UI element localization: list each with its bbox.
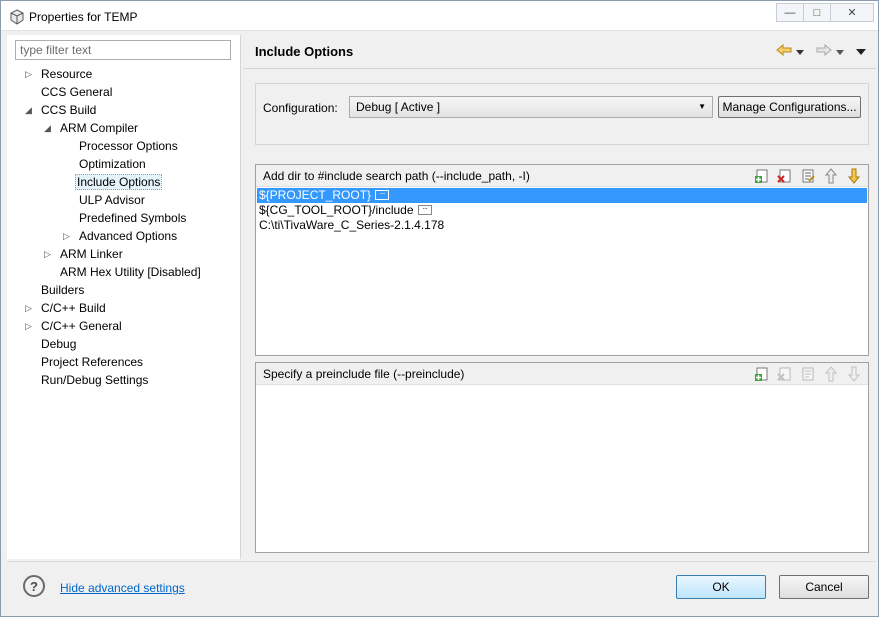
list-item[interactable]: C:\ti\TivaWare_C_Series-2.1.4.178 — [257, 218, 867, 233]
hide-advanced-settings-link[interactable]: Hide advanced settings — [60, 581, 185, 595]
more-icon[interactable]: ··· — [375, 189, 390, 200]
edit-icon[interactable] — [799, 365, 816, 382]
configuration-label: Configuration: — [263, 101, 338, 115]
include-path-group: Add dir to #include search path (--inclu… — [255, 164, 869, 356]
chevron-down-icon: ▼ — [698, 102, 706, 111]
cancel-button[interactable]: Cancel — [779, 575, 869, 599]
ok-button[interactable]: OK — [676, 575, 766, 599]
window-title: Properties for TEMP — [29, 10, 138, 24]
tree-item-ulp-advisor[interactable]: ULP Advisor — [77, 191, 147, 209]
preinclude-header: Specify a preinclude file (--preinclude) — [256, 363, 868, 385]
list-item[interactable]: ${PROJECT_ROOT} ··· — [257, 188, 867, 203]
expand-arrow-icon[interactable]: ▷ — [44, 249, 54, 259]
maximize-icon: □ — [813, 6, 821, 19]
list-item[interactable]: ${CG_TOOL_ROOT}/include ··· — [257, 203, 867, 218]
edit-icon[interactable] — [799, 167, 816, 184]
more-icon[interactable]: ··· — [417, 204, 432, 215]
expand-arrow-icon[interactable]: ▷ — [25, 69, 35, 79]
include-path-toolbar — [753, 167, 862, 184]
delete-icon[interactable] — [776, 365, 793, 382]
minimize-icon: — — [784, 6, 796, 19]
tree-item-advanced-options[interactable]: ▷ Advanced Options — [63, 227, 179, 245]
dropdown-icon[interactable] — [796, 45, 804, 59]
window-controls: — □ ✕ — [776, 3, 874, 23]
tree-item-arm-hex-utility[interactable]: ARM Hex Utility [Disabled] — [58, 263, 203, 281]
tree-item-cpp-build[interactable]: ▷ C/C++ Build — [25, 299, 108, 317]
close-icon: ✕ — [847, 7, 857, 19]
minimize-button[interactable]: — — [776, 3, 804, 22]
help-icon[interactable]: ? — [23, 575, 45, 597]
forward-arrow-icon[interactable] — [816, 43, 832, 59]
page-header: Include Options — [243, 35, 876, 69]
tree-item-debug[interactable]: Debug — [39, 335, 78, 353]
expand-arrow-icon[interactable]: ▷ — [25, 321, 35, 331]
content-panel: Include Options Configuration: Debug [A… — [243, 35, 876, 559]
page-title: Include Options — [255, 44, 354, 59]
dialog-footer: ? Hide advanced settings OK Cancel — [7, 561, 876, 615]
tree-item-include-options[interactable]: Include Options — [75, 173, 163, 191]
move-down-icon[interactable] — [845, 365, 862, 382]
manage-configurations-button[interactable]: Manage Configurations... — [718, 96, 861, 118]
preinclude-title: Specify a preinclude file (--preinclude) — [263, 367, 465, 381]
properties-app-icon — [9, 9, 25, 25]
tree-item-ccs-build[interactable]: ◢ CCS Build — [25, 101, 98, 119]
tree-item-optimization[interactable]: Optimization — [77, 155, 148, 173]
move-up-icon[interactable] — [822, 365, 839, 382]
move-up-icon[interactable] — [822, 167, 839, 184]
collapse-arrow-icon[interactable]: ◢ — [25, 105, 35, 115]
tree-item-resource[interactable]: ▷ Resource — [25, 65, 94, 83]
history-nav — [776, 43, 866, 59]
include-path-title: Add dir to #include search path (--inclu… — [263, 169, 530, 183]
tree-item-cpp-general[interactable]: ▷ C/C++ General — [25, 317, 124, 335]
view-menu-icon[interactable] — [856, 45, 866, 59]
add-icon[interactable] — [753, 167, 770, 184]
configuration-value: Debug [ Active ] — [356, 100, 441, 114]
move-down-icon[interactable] — [845, 167, 862, 184]
properties-dialog: Properties for TEMP — □ ✕ ▷ Resource CCS… — [0, 0, 879, 617]
tree-item-arm-linker[interactable]: ▷ ARM Linker — [44, 245, 125, 263]
expand-arrow-icon[interactable]: ▷ — [63, 231, 73, 241]
navigation-panel: ▷ Resource CCS General ◢ CCS Build ◢ ARM… — [7, 35, 241, 559]
tree-item-builders[interactable]: Builders — [39, 281, 86, 299]
add-icon[interactable] — [753, 365, 770, 382]
filter-input[interactable] — [15, 40, 231, 60]
configuration-select[interactable]: Debug [ Active ] ▼ — [349, 96, 713, 118]
include-path-header: Add dir to #include search path (--inclu… — [256, 165, 868, 187]
tree-item-arm-compiler[interactable]: ◢ ARM Compiler — [44, 119, 140, 137]
preinclude-toolbar — [753, 365, 862, 382]
preinclude-group: Specify a preinclude file (--preinclude) — [255, 362, 869, 553]
close-button[interactable]: ✕ — [830, 3, 874, 22]
title-bar: Properties for TEMP — □ ✕ — [1, 1, 878, 31]
dropdown-icon[interactable] — [836, 45, 844, 59]
tree-item-predefined-symbols[interactable]: Predefined Symbols — [77, 209, 188, 227]
configuration-group: Configuration: Debug [ Active ] ▼ Manage… — [255, 83, 869, 145]
back-arrow-icon[interactable] — [776, 43, 792, 59]
include-path-list: ${PROJECT_ROOT} ··· ${CG_TOOL_ROOT}/inclu… — [257, 188, 867, 233]
delete-icon[interactable] — [776, 167, 793, 184]
tree-item-project-references[interactable]: Project References — [39, 353, 145, 371]
maximize-button[interactable]: □ — [803, 3, 831, 22]
tree-item-ccs-general[interactable]: CCS General — [39, 83, 114, 101]
tree-item-run-debug-settings[interactable]: Run/Debug Settings — [39, 371, 150, 389]
expand-arrow-icon[interactable]: ▷ — [25, 303, 35, 313]
collapse-arrow-icon[interactable]: ◢ — [44, 123, 54, 133]
tree-item-processor-options[interactable]: Processor Options — [77, 137, 180, 155]
